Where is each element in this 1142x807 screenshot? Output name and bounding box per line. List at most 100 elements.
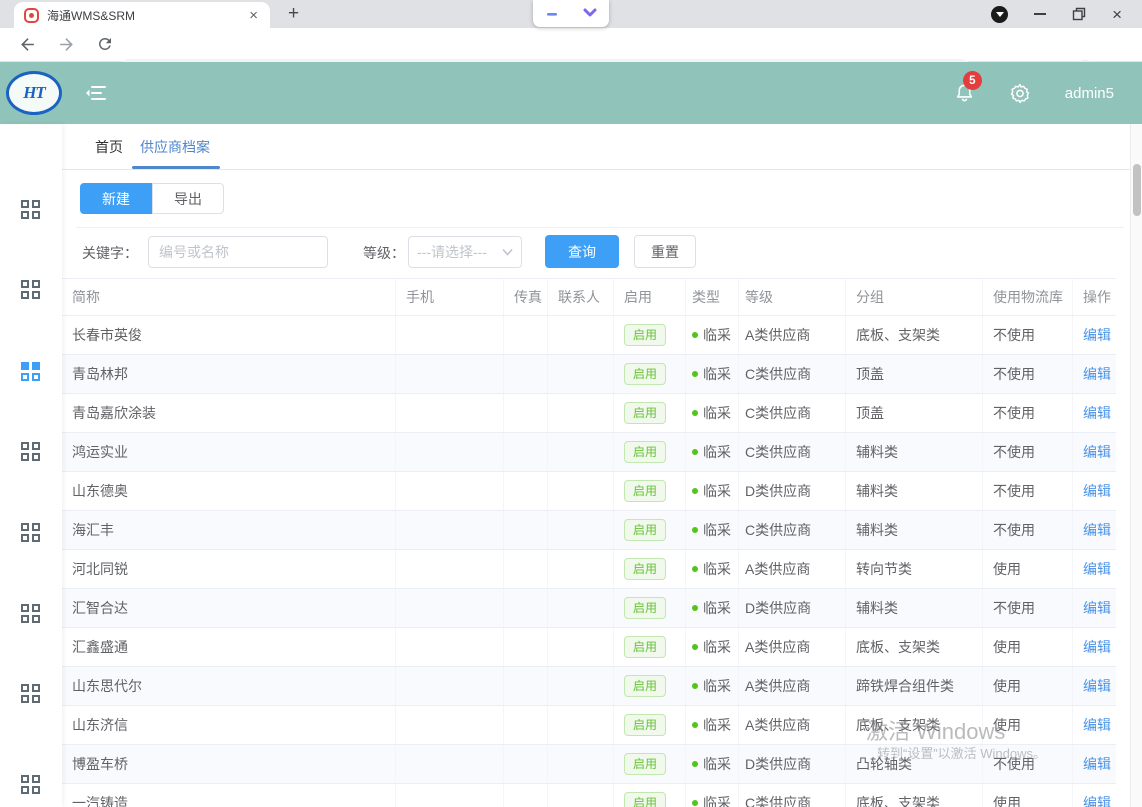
cell-enabled: 启用 [614,550,686,588]
edit-link[interactable]: 编辑 [1083,559,1111,579]
level-select[interactable]: ---请选择--- [408,236,522,268]
edit-link[interactable]: 编辑 [1083,442,1111,462]
menu-fold-icon[interactable] [84,84,106,102]
edit-link[interactable]: 编辑 [1083,364,1111,384]
new-tab-button[interactable]: + [288,3,299,25]
enabled-badge: 启用 [624,441,666,463]
overlay-chevron-down-icon[interactable] [583,8,597,20]
cell-fax [504,706,548,744]
type-text: 临采 [703,364,731,384]
edit-link[interactable]: 编辑 [1083,793,1111,807]
cell-group: 辅料类 [846,433,983,471]
edit-link[interactable]: 编辑 [1083,481,1111,501]
cell-level: C类供应商 [739,394,846,432]
type-text: 临采 [703,715,731,735]
window-minimize-button[interactable] [1034,13,1046,15]
cell-level: C类供应商 [739,511,846,549]
reload-button[interactable] [96,35,116,55]
edit-link[interactable]: 编辑 [1083,403,1111,423]
cell-type: 临采 [686,355,739,393]
cell-logistics: 不使用 [983,511,1073,549]
cell-group: 凸轮轴类 [846,745,983,783]
cell-type: 临采 [686,394,739,432]
forward-button[interactable] [57,35,77,55]
cell-group: 辅料类 [846,511,983,549]
edit-link[interactable]: 编辑 [1083,325,1111,345]
tab-supplier-archive[interactable]: 供应商档案 [140,124,210,169]
edit-link[interactable]: 编辑 [1083,637,1111,657]
page-scrollbar[interactable] [1130,124,1142,807]
cell-enabled: 启用 [614,628,686,666]
search-button[interactable]: 查询 [545,235,619,268]
table-row: 一汽铸造启用临采C类供应商底板、支架类使用编辑 [62,784,1116,807]
sidebar-grid-icon[interactable] [21,442,41,462]
window-close-button[interactable]: × [1112,6,1122,23]
edit-link[interactable]: 编辑 [1083,520,1111,540]
sidebar [0,124,62,807]
table-row: 山东德奥启用临采D类供应商辅料类不使用编辑 [62,472,1116,511]
cell-name: 青岛嘉欣涂装 [62,394,396,432]
cell-logistics: 使用 [983,784,1073,807]
cell-group: 底板、支架类 [846,784,983,807]
enabled-badge: 启用 [624,402,666,424]
reset-button[interactable]: 重置 [634,235,696,268]
column-header: 手机 [396,279,504,315]
cell-logistics: 使用 [983,667,1073,705]
screen-record-icon[interactable] [991,6,1008,23]
edit-link[interactable]: 编辑 [1083,754,1111,774]
cell-mobile [396,316,504,354]
status-dot-icon [692,566,698,572]
status-dot-icon [692,722,698,728]
column-header: 传真 [504,279,548,315]
status-dot-icon [692,371,698,377]
cell-mobile [396,433,504,471]
cell-contact [548,667,614,705]
cell-contact [548,316,614,354]
cell-mobile [396,355,504,393]
sidebar-grid-icon[interactable] [21,362,41,382]
cell-mobile [396,706,504,744]
cell-type: 临采 [686,628,739,666]
sidebar-grid-icon[interactable] [21,200,41,220]
cell-logistics: 使用 [983,628,1073,666]
enabled-badge: 启用 [624,519,666,541]
current-username[interactable]: admin5 [1065,85,1114,102]
cell-type: 临采 [686,706,739,744]
sidebar-grid-icon[interactable] [21,604,41,624]
edit-link[interactable]: 编辑 [1083,715,1111,735]
window-restore-button[interactable] [1072,7,1086,21]
cell-enabled: 启用 [614,472,686,510]
notification-bell-icon[interactable]: 5 [954,82,975,104]
sidebar-grid-icon[interactable] [21,280,41,300]
cell-fax [504,511,548,549]
chevron-down-icon [502,248,513,256]
type-text: 临采 [703,598,731,618]
type-text: 临采 [703,520,731,540]
overlay-minimize-icon[interactable] [545,7,559,21]
back-button[interactable] [18,35,38,55]
cell-contact [548,589,614,627]
keyword-input[interactable] [148,236,328,268]
sidebar-grid-icon[interactable] [21,775,41,795]
settings-gear-icon[interactable] [1009,82,1031,104]
tab-home[interactable]: 首页 [95,124,123,169]
table-row: 海汇丰启用临采C类供应商辅料类不使用编辑 [62,511,1116,550]
recorder-overlay-widget[interactable] [533,0,609,27]
export-button[interactable]: 导出 [152,183,224,214]
status-dot-icon [692,332,698,338]
edit-link[interactable]: 编辑 [1083,598,1111,618]
cell-fax [504,316,548,354]
new-button[interactable]: 新建 [80,183,152,214]
edit-link[interactable]: 编辑 [1083,676,1111,696]
cell-group: 底板、支架类 [846,316,983,354]
browser-tab[interactable]: 海通WMS&SRM × [14,2,270,28]
sidebar-grid-icon[interactable] [21,684,41,704]
cell-type: 临采 [686,745,739,783]
enabled-badge: 启用 [624,597,666,619]
sidebar-grid-icon[interactable] [21,523,41,543]
status-dot-icon [692,410,698,416]
scrollbar-thumb[interactable] [1133,164,1141,216]
tab-close-icon[interactable]: × [247,8,260,23]
cell-fax [504,355,548,393]
type-text: 临采 [703,325,731,345]
